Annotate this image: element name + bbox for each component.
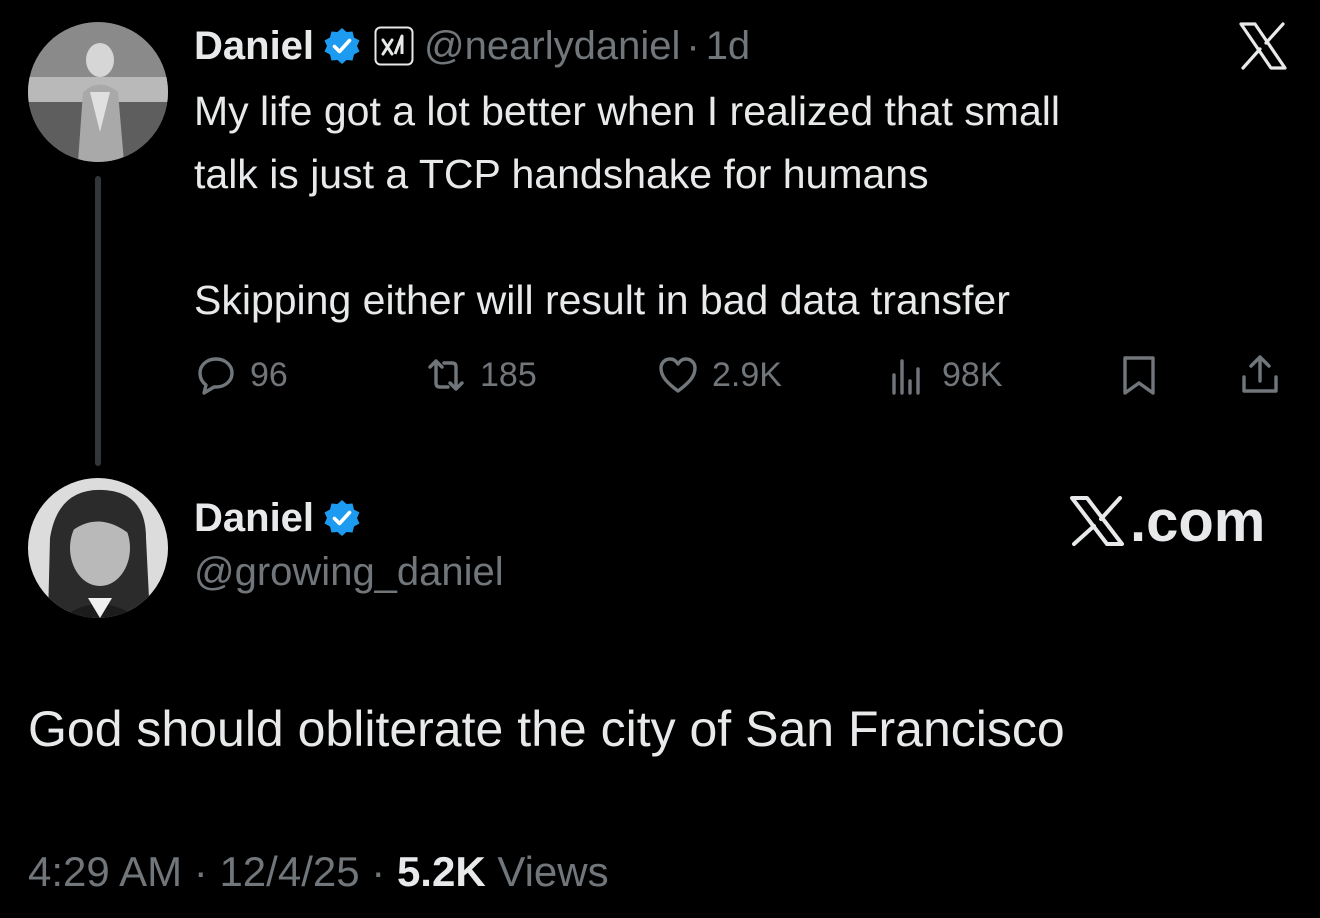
verified-badge-icon	[322, 498, 362, 538]
affiliate-logo-icon[interactable]	[374, 26, 414, 66]
quoted-tweet-meta: 4:29 AM · 12/4/25 · 5.2K Views	[28, 848, 609, 896]
views-icon	[892, 359, 920, 395]
verified-badge-icon	[322, 26, 362, 66]
like-count: 2.9K	[712, 355, 782, 394]
share-icon	[1242, 355, 1278, 393]
tweet-text: My life got a lot better when I realized…	[194, 88, 1060, 323]
bookmark-button[interactable]	[1117, 350, 1173, 400]
avatar-photo	[28, 22, 168, 162]
views-total: 5.2K	[396, 848, 486, 895]
repost-count: 185	[480, 355, 537, 394]
thread-connector-line	[95, 176, 101, 466]
avatar-nearlydaniel[interactable]	[28, 22, 168, 162]
reply-icon	[198, 357, 234, 395]
bookmark-icon	[1123, 356, 1155, 395]
views-count: 98K	[942, 355, 1003, 394]
quoted-author-handle[interactable]: @growing_daniel	[194, 550, 504, 595]
like-icon	[659, 357, 697, 393]
avatar-photo	[28, 478, 168, 618]
x-logo-icon	[1237, 20, 1289, 72]
author-name[interactable]: Daniel	[194, 24, 314, 69]
tweet-time[interactable]: 4:29 AM	[28, 848, 182, 895]
author-handle[interactable]: @nearlydaniel	[424, 24, 680, 69]
share-button[interactable]	[1238, 350, 1294, 400]
x-com-brand: .com	[1068, 488, 1265, 554]
views-button[interactable]: 98K	[886, 350, 1003, 400]
like-button[interactable]: 2.9K	[656, 350, 782, 400]
reply-count: 96	[250, 355, 288, 394]
quoted-tweet-text: God should obliterate the city of San Fr…	[28, 701, 1065, 757]
avatar-growing-daniel[interactable]	[28, 478, 168, 618]
separator-dot: ·	[193, 848, 208, 895]
separator-dot: ·	[686, 23, 700, 68]
repost-button[interactable]: 185	[424, 350, 537, 400]
views-label: Views	[497, 848, 609, 895]
reply-button[interactable]: 96	[194, 350, 288, 400]
separator-dot: ·	[371, 848, 386, 895]
x-com-text: .com	[1130, 488, 1266, 554]
tweet-age[interactable]: 1d	[706, 24, 751, 69]
tweet-date[interactable]: 12/4/25	[219, 848, 359, 895]
repost-icon	[428, 359, 464, 391]
quoted-author-name[interactable]: Daniel	[194, 496, 314, 541]
x-logo-icon	[1070, 496, 1124, 546]
tweet-header: Daniel @nearlydaniel · 1d	[194, 18, 750, 74]
quoted-header: Daniel	[194, 488, 362, 548]
